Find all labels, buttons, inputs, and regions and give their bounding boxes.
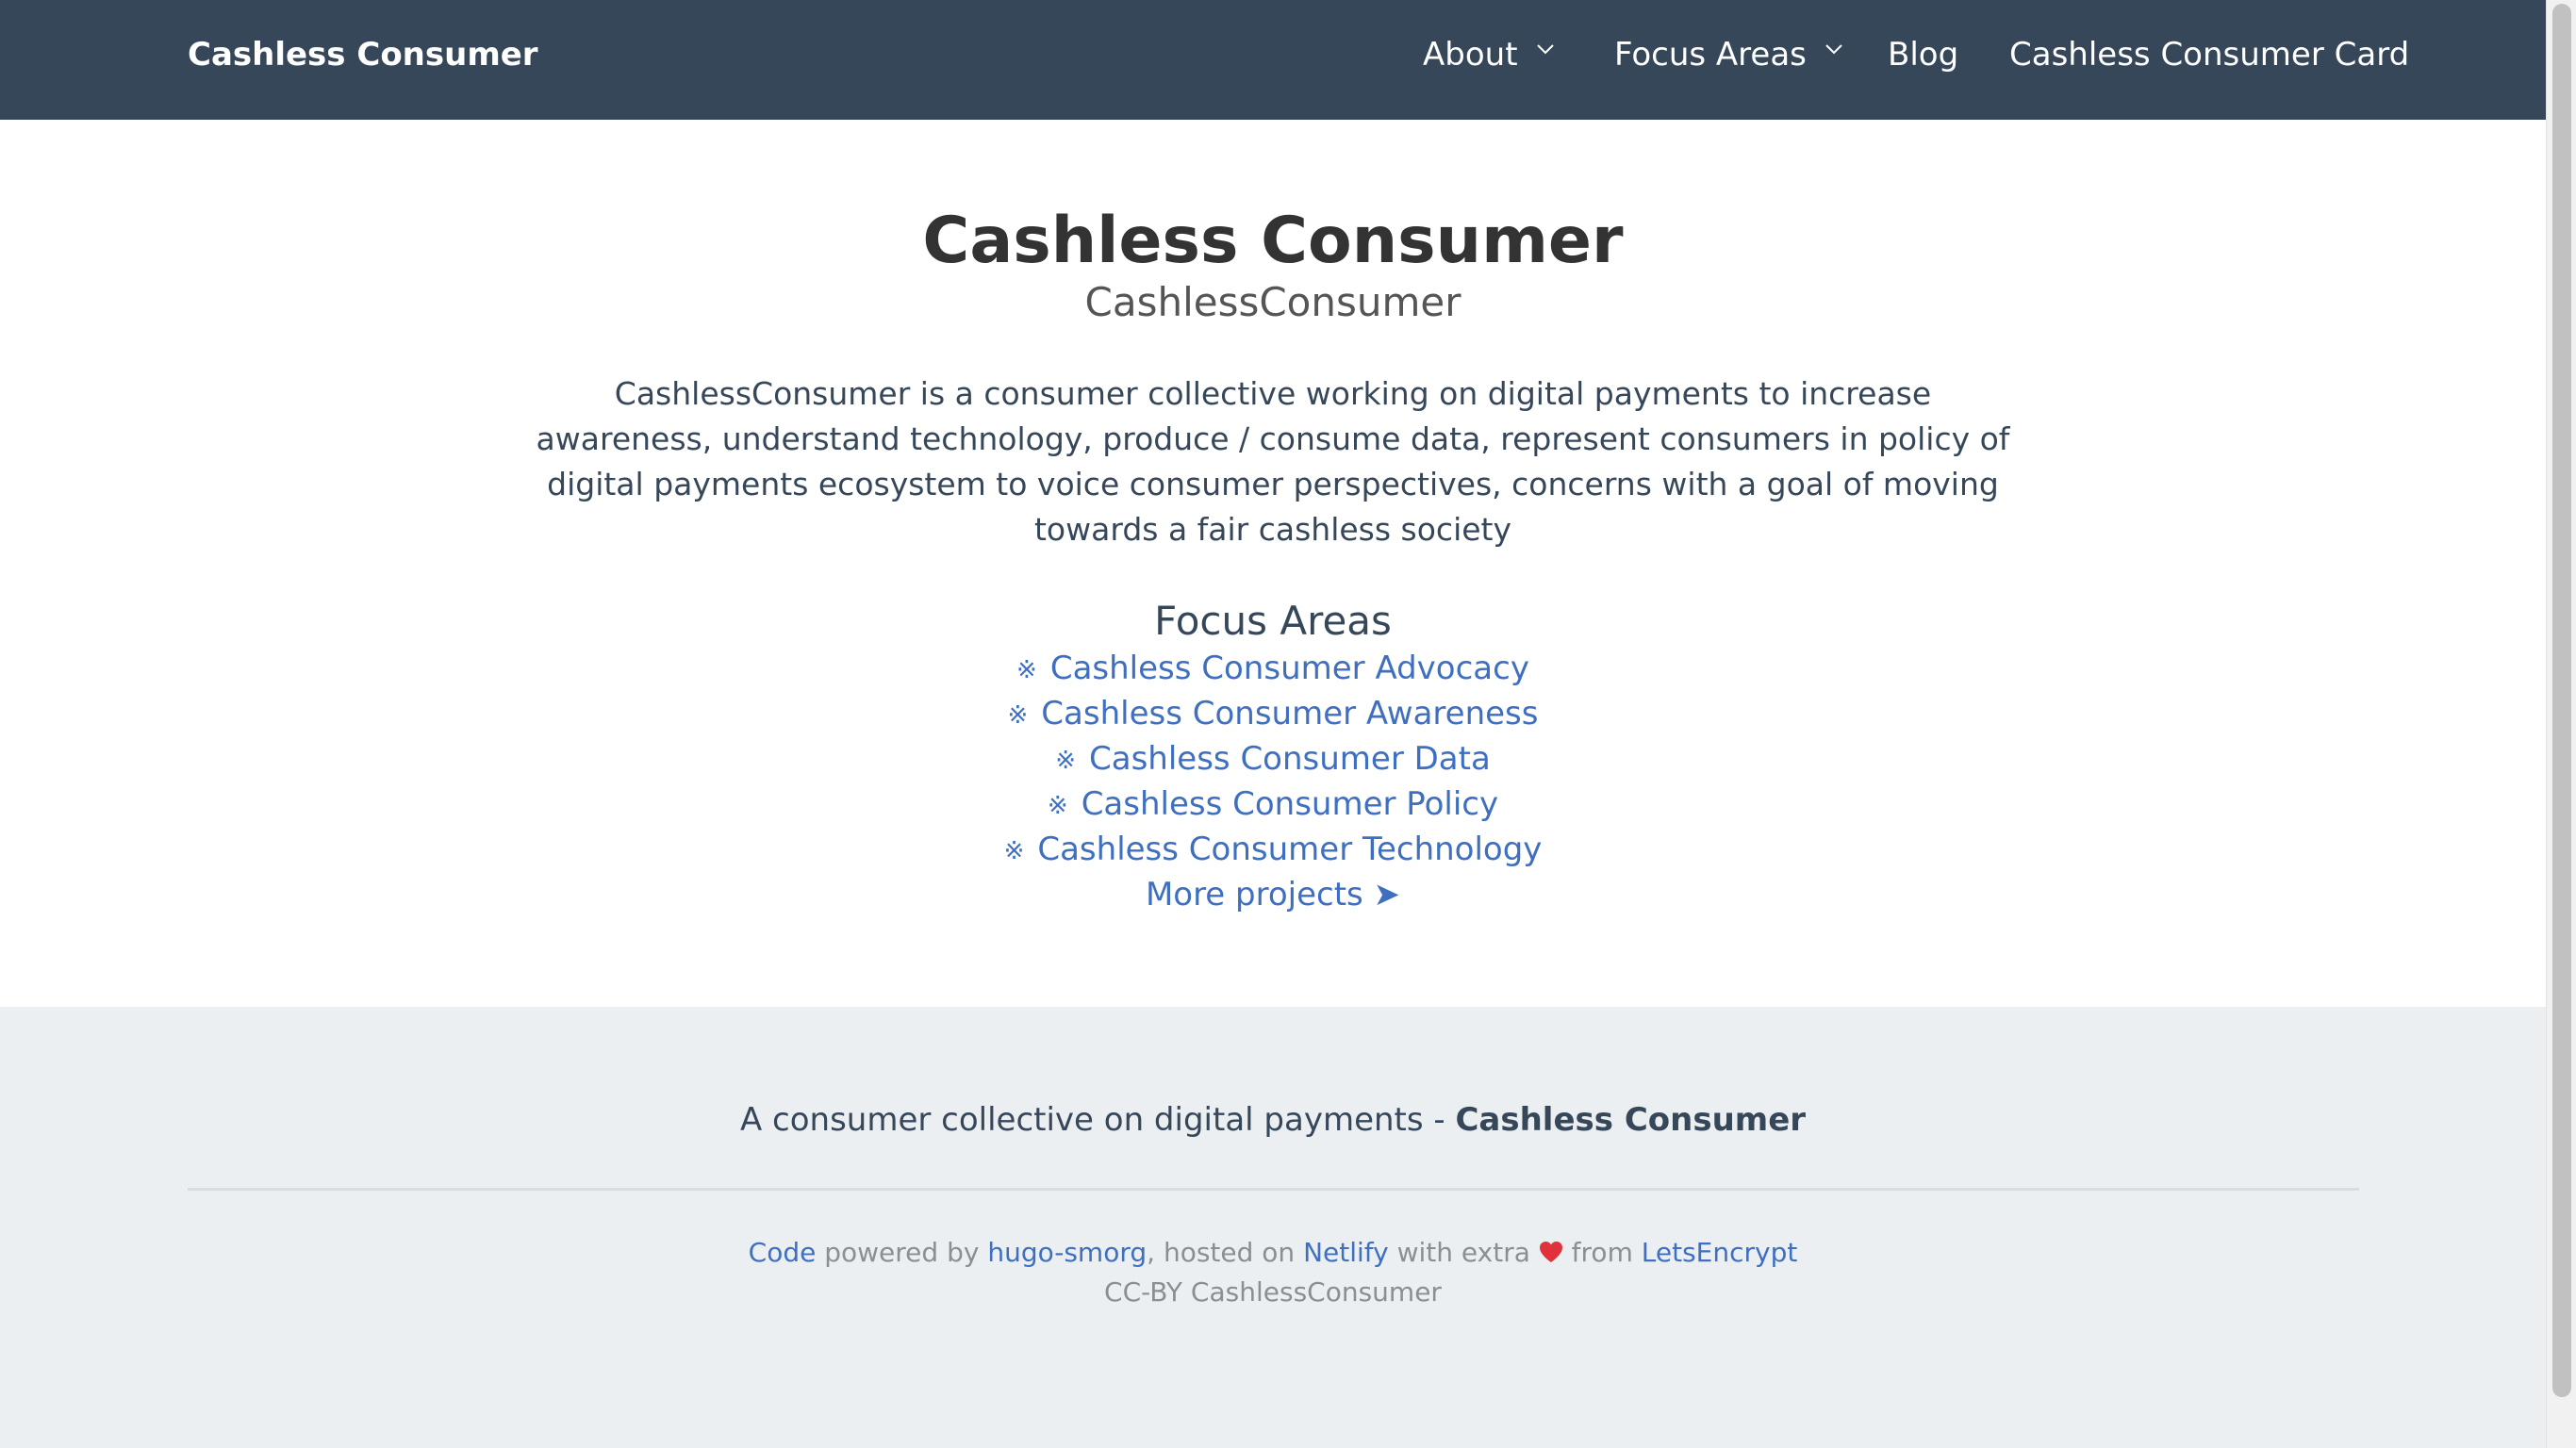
focus-policy-link[interactable]: Cashless Consumer Policy	[1082, 785, 1498, 823]
page: Cashless Consumer About Focus Areas Blog…	[0, 0, 2546, 1448]
list-item: ※ Cashless Consumer Policy	[0, 782, 2546, 827]
chevron-down-icon	[1536, 44, 1554, 55]
list-item: ※ Cashless Consumer Advocacy	[0, 646, 2546, 691]
site-description: CashlessConsumer is a consumer collectiv…	[536, 375, 2010, 548]
code-link[interactable]: Code	[749, 1237, 817, 1268]
focus-technology-link[interactable]: Cashless Consumer Technology	[1037, 831, 1542, 868]
credits-text-hosted: , hosted on	[1147, 1237, 1304, 1268]
credits-text-extra: with extra	[1388, 1237, 1539, 1268]
bullet-icon: ※	[1016, 656, 1037, 684]
footer-tagline: A consumer collective on digital payment…	[0, 1101, 2546, 1139]
scrollbar-thumb[interactable]	[2552, 4, 2571, 1397]
focus-areas-list: ※ Cashless Consumer Advocacy ※ Cashless Co…	[0, 646, 2546, 917]
letsencrypt-link[interactable]: LetsEncrypt	[1642, 1237, 1798, 1268]
site-footer: A consumer collective on digital payment…	[0, 1007, 2546, 1448]
hugo-smorg-link[interactable]: hugo-smorg	[987, 1237, 1147, 1268]
credits-text-from: from	[1562, 1237, 1642, 1268]
bullet-icon: ※	[1007, 701, 1029, 730]
nav-focus-areas-label: Focus Areas	[1614, 36, 1807, 74]
brand-link[interactable]: Cashless Consumer	[188, 36, 538, 74]
heart-icon	[1539, 1242, 1562, 1262]
footer-tagline-brand: Cashless Consumer	[1455, 1101, 1807, 1139]
bullet-icon: ※	[1047, 792, 1068, 820]
nav-about-dropdown[interactable]: About	[1423, 36, 1554, 74]
bullet-icon: ※	[1055, 747, 1076, 775]
credits-text-powered: powered by	[816, 1237, 988, 1268]
nav-focus-areas-dropdown[interactable]: Focus Areas	[1614, 36, 1842, 74]
bullet-icon: ※	[1003, 837, 1025, 865]
footer-license: CC-BY CashlessConsumer	[1104, 1276, 1442, 1308]
chevron-down-icon	[1825, 44, 1842, 55]
netlify-link[interactable]: Netlify	[1303, 1237, 1389, 1268]
focus-advocacy-link[interactable]: Cashless Consumer Advocacy	[1050, 650, 1529, 687]
footer-tagline-text: A consumer collective on digital payment…	[739, 1101, 1456, 1139]
page-title: Cashless Consumer	[922, 204, 1624, 278]
top-navbar: Cashless Consumer About Focus Areas Blog…	[0, 0, 2546, 120]
focus-areas-heading: Focus Areas	[1154, 598, 1392, 644]
list-item: ※ Cashless Consumer Technology	[0, 827, 2546, 872]
list-item: More projects ➤	[0, 872, 2546, 917]
nav-card-link[interactable]: Cashless Consumer Card	[2009, 36, 2409, 74]
nav-blog-link[interactable]: Blog	[1888, 36, 1958, 74]
vertical-scrollbar[interactable]	[2546, 0, 2576, 1448]
list-item: ※ Cashless Consumer Awareness	[0, 691, 2546, 736]
list-item: ※ Cashless Consumer Data	[0, 736, 2546, 782]
footer-credits: Code powered by hugo-smorg, hosted on Ne…	[0, 1237, 2546, 1268]
more-projects-link[interactable]: More projects ➤	[1146, 876, 1400, 913]
page-subtitle: CashlessConsumer	[1084, 279, 1461, 325]
nav-about-label: About	[1423, 36, 1518, 74]
focus-data-link[interactable]: Cashless Consumer Data	[1089, 740, 1491, 778]
footer-divider	[188, 1188, 2359, 1191]
focus-awareness-link[interactable]: Cashless Consumer Awareness	[1041, 695, 1538, 732]
browser-viewport: Cashless Consumer About Focus Areas Blog…	[0, 0, 2576, 1448]
